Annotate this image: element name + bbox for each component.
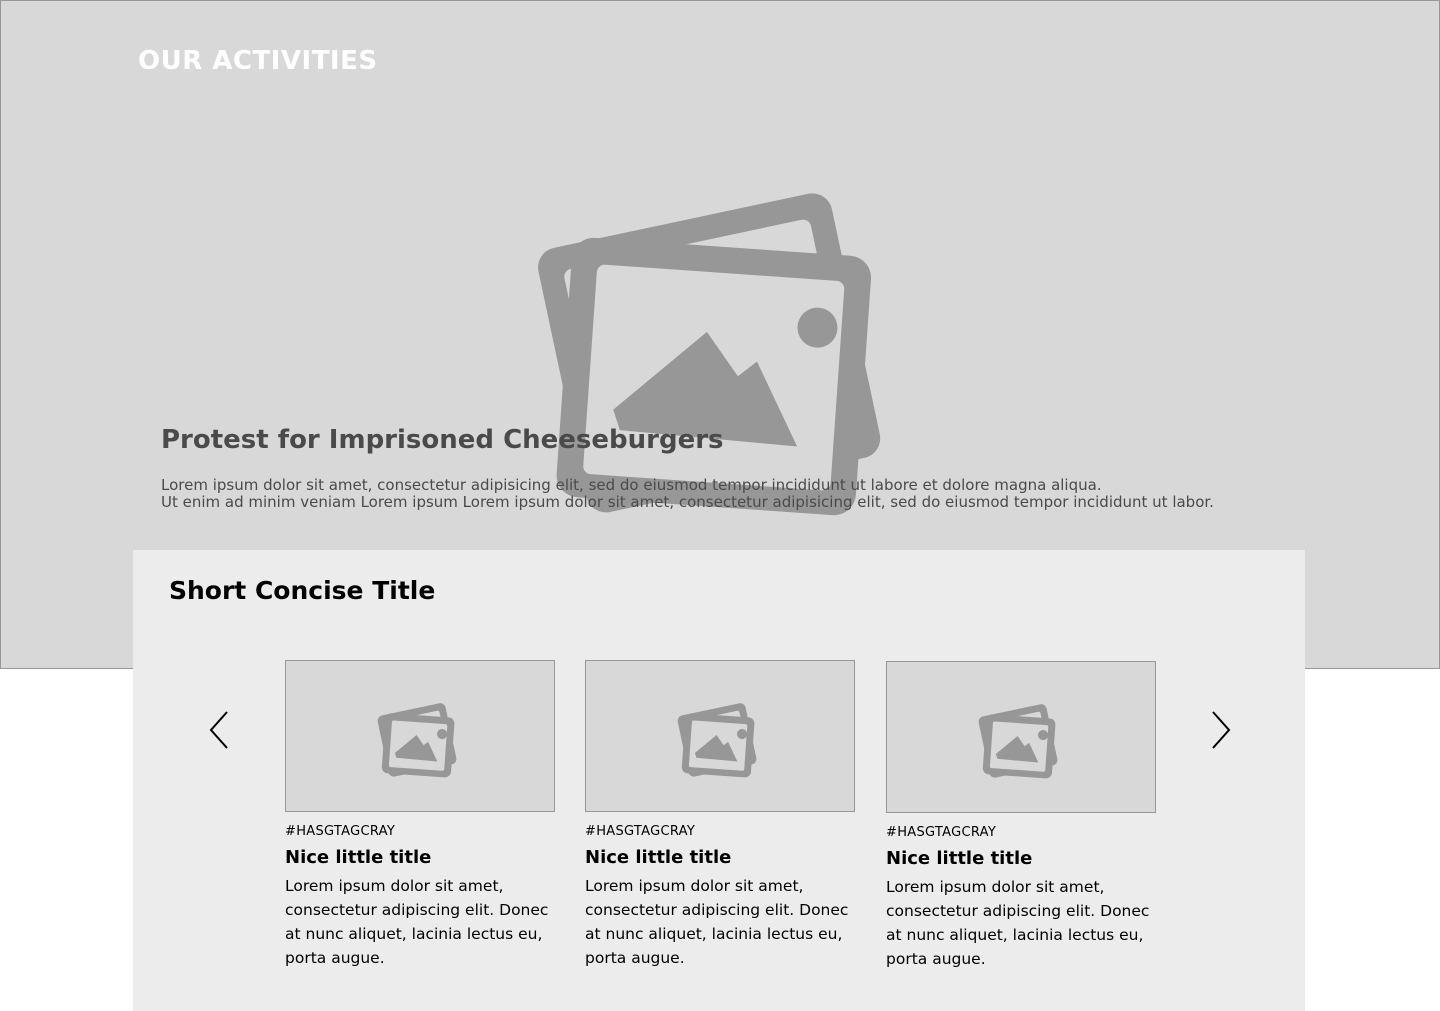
chevron-right-icon[interactable] bbox=[1209, 710, 1233, 750]
page: OUR ACTIVITIES Protest for Imprisoned Ch… bbox=[0, 0, 1440, 1011]
photos-icon bbox=[377, 703, 457, 778]
hero-description-line: Ut enim ad minim veniam Lorem ipsum Lore… bbox=[161, 493, 1214, 511]
section-label: OUR ACTIVITIES bbox=[138, 46, 378, 76]
card-image bbox=[285, 660, 555, 812]
hero-description-line: Lorem ipsum dolor sit amet, consectetur … bbox=[161, 476, 1102, 494]
card-hashtag[interactable]: #HASGTAGCRAY bbox=[285, 824, 555, 839]
card-image bbox=[886, 661, 1156, 813]
activity-card[interactable]: #HASGTAGCRAY Nice little title Lorem ips… bbox=[886, 661, 1156, 971]
photos-icon bbox=[677, 703, 757, 778]
card-body: Lorem ipsum dolor sit amet, consectetur … bbox=[285, 877, 549, 967]
hero-description: Lorem ipsum dolor sit amet, consectetur … bbox=[161, 477, 1261, 511]
activity-card[interactable]: #HASGTAGCRAY Nice little title Lorem ips… bbox=[585, 660, 855, 970]
card-hashtag[interactable]: #HASGTAGCRAY bbox=[585, 824, 855, 839]
photos-icon bbox=[538, 193, 881, 516]
activities-carousel: Short Concise Title #HASGTAGCRAY Nice li… bbox=[133, 550, 1305, 1011]
card-hashtag[interactable]: #HASGTAGCRAY bbox=[886, 825, 1156, 840]
card-title[interactable]: Nice little title bbox=[585, 847, 855, 868]
hero-title: Protest for Imprisoned Cheeseburgers bbox=[161, 425, 724, 455]
carousel-title: Short Concise Title bbox=[169, 576, 436, 605]
photos-icon bbox=[978, 704, 1058, 779]
card-image bbox=[585, 660, 855, 812]
chevron-left-icon[interactable] bbox=[207, 710, 231, 750]
card-body: Lorem ipsum dolor sit amet, consectetur … bbox=[886, 878, 1150, 968]
card-title[interactable]: Nice little title bbox=[886, 848, 1156, 869]
card-body: Lorem ipsum dolor sit amet, consectetur … bbox=[585, 877, 849, 967]
card-title[interactable]: Nice little title bbox=[285, 847, 555, 868]
activity-card[interactable]: #HASGTAGCRAY Nice little title Lorem ips… bbox=[285, 660, 555, 970]
